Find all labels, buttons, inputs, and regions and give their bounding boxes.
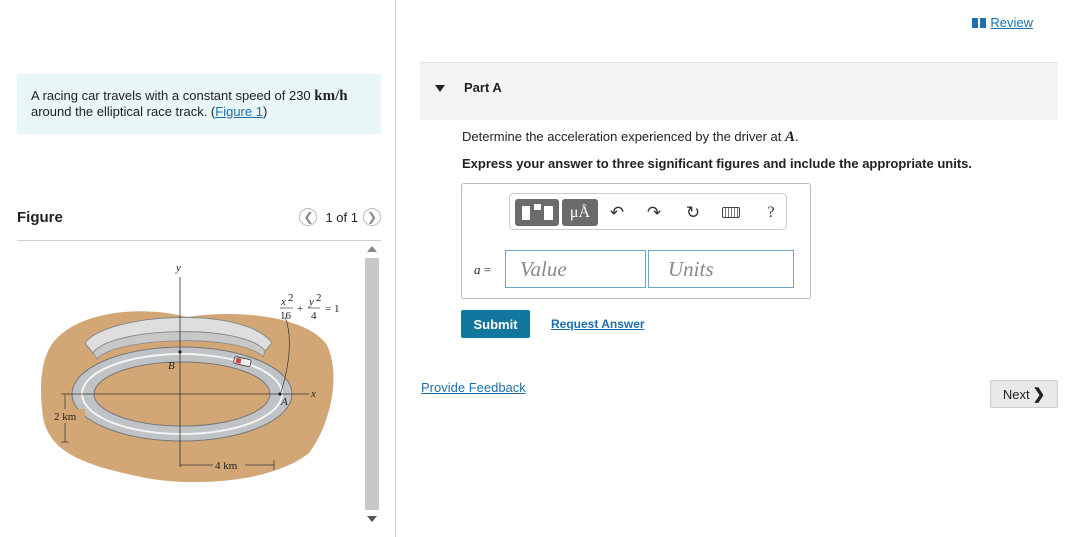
answer-box: μÅ ↶ ↷ ↻ ? a = Value Units [461,183,811,299]
figure-link[interactable]: Figure 1 [215,104,263,119]
chevron-right-icon[interactable]: ❯ [363,208,381,226]
speed-unit: km/h [314,88,348,104]
answer-equals: = [480,262,492,277]
eq-x-sq: 2 [288,292,294,304]
eq-y-num: y [308,296,314,308]
height-dim-label: 2 km [54,411,77,423]
question-before: Determine the acceleration experienced b… [462,129,786,144]
figure-page-count: 1 of 1 [325,209,358,225]
units-input[interactable]: Units [648,250,794,288]
collapse-triangle-icon[interactable] [435,85,445,92]
ellipse-equation: x 2 16 + y 2 4 = 1 [280,292,339,322]
eq-y-sq: 2 [316,292,322,304]
eq-x-num: x [280,296,286,308]
point-a [278,392,282,396]
problem-text-2: around the elliptical race track. ( [31,104,216,119]
part-a-title: Part A [464,80,502,95]
instruction-text: Express your answer to three significant… [462,156,972,171]
reset-icon[interactable]: ↻ [682,199,704,226]
problem-text: A racing car travels with a constant spe… [31,88,315,103]
undo-icon[interactable]: ↶ [606,199,628,226]
help-icon[interactable]: ? [760,199,782,226]
math-toolbar: μÅ ↶ ↷ ↻ ? [509,193,787,230]
figure-header: Figure ❮ 1 of 1 ❯ [17,208,381,241]
figure-pager: ❮ 1 of 1 ❯ [299,208,381,226]
question-text: Determine the acceleration experienced b… [462,129,799,146]
eq-equals: = 1 [325,303,339,315]
redo-icon[interactable]: ↷ [643,199,665,226]
problem-statement: A racing car travels with a constant spe… [17,74,381,134]
answer-variable: a = [474,262,491,278]
width-dim-label: 4 km [215,460,238,472]
eq-x-den: 16 [280,310,292,322]
question-point: A [785,129,796,145]
scroll-up-icon[interactable] [367,246,377,252]
keyboard-icon[interactable] [720,199,742,226]
value-input[interactable]: Value [505,250,646,288]
close-paren: ) [262,104,268,119]
point-b [178,350,182,354]
eq-plus: + [297,303,303,315]
template-icon[interactable] [515,199,559,226]
chevron-right-icon: ❯ [1032,386,1046,403]
chevron-left-icon[interactable]: ❮ [299,208,318,226]
left-panel: A racing car travels with a constant spe… [0,0,396,537]
review-link[interactable]: Review [972,15,1033,30]
point-a-label: A [280,396,288,408]
next-button[interactable]: Next ❯ [990,380,1058,408]
request-answer-link[interactable]: Request Answer [551,317,645,331]
submit-button[interactable]: Submit [461,310,530,338]
provide-feedback-link[interactable]: Provide Feedback [421,380,526,395]
scroll-thumb[interactable] [365,258,379,510]
units-icon[interactable]: μÅ [562,199,598,226]
scroll-down-icon[interactable] [367,516,377,522]
y-label: y [175,262,181,274]
next-label: Next [1002,386,1030,402]
book-icon [972,17,987,28]
figure-scrollbar[interactable] [364,244,380,524]
figure-title: Figure [17,209,63,226]
x-label: x [310,388,316,400]
review-label: Review [990,15,1033,30]
race-track-figure: y x B A x 2 16 + y 2 4 = 1 2 km 4 km [41,262,339,483]
eq-y-den: 4 [311,310,317,322]
part-a-header[interactable]: Part A [420,62,1058,120]
point-b-label: B [168,360,175,372]
question-after: . [795,129,799,144]
